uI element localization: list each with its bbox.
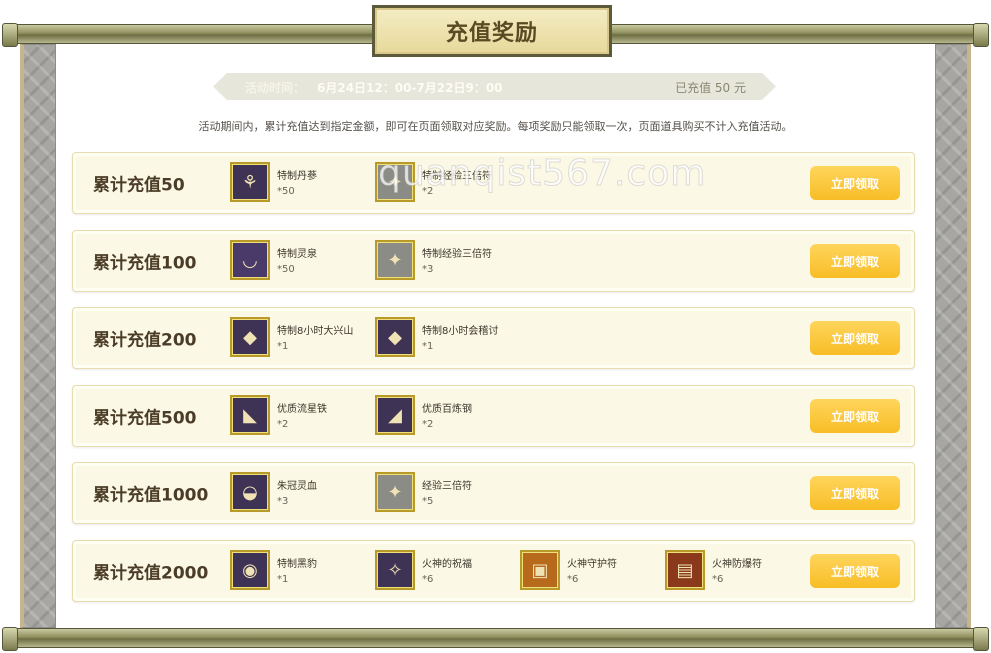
claim-button[interactable]: 立即领取 xyxy=(810,554,900,588)
ginseng-icon[interactable]: ⚘ xyxy=(230,162,270,202)
item-quantity: *3 xyxy=(277,496,289,507)
item-name: 经验三倍符 xyxy=(422,481,472,492)
exp-charm-icon[interactable]: ✦ xyxy=(375,162,415,202)
reward-tier-row: 累计充值2000 ◉ 特制黑豹 *1 ✧ 火神的祝福 *6 ▣ 火神守护符 *6 ▤ 火神防爆符 *6 立… xyxy=(72,540,915,602)
activity-info-bar: 活动时间： 6月24日12：00-7月22日9：00 已充值 50 元 xyxy=(213,73,776,100)
claim-button[interactable]: 立即领取 xyxy=(810,399,900,433)
tier-title: 累计充值50 xyxy=(93,175,185,196)
scroll-right-border xyxy=(935,44,971,628)
claim-button[interactable]: 立即领取 xyxy=(810,244,900,278)
item-name: 火神的祝福 xyxy=(422,559,472,570)
page-title: 充值奖励 xyxy=(445,21,538,46)
reward-tier-row: 累计充值100 ◡ 特制灵泉 *50 ✦ 特制经验三倍符 *3 立即领取 xyxy=(72,230,915,292)
token-icon[interactable]: ◆ xyxy=(230,317,270,357)
item-name: 特制黑豹 xyxy=(277,559,317,570)
fire-blessing-icon[interactable]: ✧ xyxy=(375,550,415,590)
claim-button[interactable]: 立即领取 xyxy=(810,321,900,355)
item-quantity: *1 xyxy=(277,574,289,585)
item-name: 特制8小时大兴山 xyxy=(277,326,354,337)
item-name: 特制经验三倍符 xyxy=(422,171,492,182)
tier-title: 累计充值200 xyxy=(93,330,197,351)
tier-title: 累计充值500 xyxy=(93,408,197,429)
tier-title: 累计充值2000 xyxy=(93,563,209,584)
reward-tier-row: 累计充值1000 ◒ 朱冠灵血 *3 ✦ 经验三倍符 *5 立即领取 xyxy=(72,462,915,524)
scroll-left-border xyxy=(20,44,56,628)
item-quantity: *6 xyxy=(712,574,724,585)
tier-title: 累计充值100 xyxy=(93,253,197,274)
item-name: 火神守护符 xyxy=(567,559,617,570)
scroll-bottom-rod xyxy=(2,627,989,651)
exp-charm-icon[interactable]: ✦ xyxy=(375,240,415,280)
item-quantity: *2 xyxy=(422,419,434,430)
item-quantity: *3 xyxy=(422,264,434,275)
activity-description: 活动期间内，累计充值达到指定金额，即可在页面领取对应奖励。每项奖励只能领取一次，… xyxy=(198,120,793,133)
item-quantity: *50 xyxy=(277,186,295,197)
reward-tier-row: 累计充值200 ◆ 特制8小时大兴山 *1 ◆ 特制8小时会稽讨 *1 立即领取 xyxy=(72,307,915,369)
item-name: 火神防爆符 xyxy=(712,559,762,570)
panther-icon[interactable]: ◉ xyxy=(230,550,270,590)
claim-button[interactable]: 立即领取 xyxy=(810,166,900,200)
item-name: 优质流星铁 xyxy=(277,404,327,415)
reward-tier-row: 累计充值50 ⚘ 特制丹蔘 *50 ✦ 特制经验三倍符 *2 立即领取 xyxy=(72,152,915,214)
activity-time-value: 6月24日12：00-7月22日9：00 xyxy=(317,81,503,95)
title-plate: 充值奖励 xyxy=(372,5,612,57)
steel-icon[interactable]: ◢ xyxy=(375,395,415,435)
activity-time-label: 活动时间： xyxy=(245,81,306,95)
spring-bowl-icon[interactable]: ◡ xyxy=(230,240,270,280)
item-name: 特制灵泉 xyxy=(277,249,317,260)
tier-title: 累计充值1000 xyxy=(93,485,209,506)
token-icon[interactable]: ◆ xyxy=(375,317,415,357)
item-quantity: *2 xyxy=(277,419,289,430)
item-name: 优质百炼钢 xyxy=(422,404,472,415)
charged-amount: 已充值 50 元 xyxy=(675,81,746,95)
item-name: 特制丹蔘 xyxy=(277,171,317,182)
item-quantity: *5 xyxy=(422,496,434,507)
exp-charm-icon[interactable]: ✦ xyxy=(375,472,415,512)
item-quantity: *50 xyxy=(277,264,295,275)
fire-blast-charm-icon[interactable]: ▤ xyxy=(665,550,705,590)
item-name: 朱冠灵血 xyxy=(277,481,317,492)
claim-button[interactable]: 立即领取 xyxy=(810,476,900,510)
reward-tier-row: 累计充值500 ◣ 优质流星铁 *2 ◢ 优质百炼钢 *2 立即领取 xyxy=(72,385,915,447)
item-quantity: *2 xyxy=(422,186,434,197)
item-quantity: *1 xyxy=(277,341,289,352)
fire-guard-charm-icon[interactable]: ▣ xyxy=(520,550,560,590)
meteor-iron-icon[interactable]: ◣ xyxy=(230,395,270,435)
blood-bowl-icon[interactable]: ◒ xyxy=(230,472,270,512)
item-name: 特制经验三倍符 xyxy=(422,249,492,260)
item-name: 特制8小时会稽讨 xyxy=(422,326,499,337)
item-quantity: *1 xyxy=(422,341,434,352)
item-quantity: *6 xyxy=(422,574,434,585)
item-quantity: *6 xyxy=(567,574,579,585)
